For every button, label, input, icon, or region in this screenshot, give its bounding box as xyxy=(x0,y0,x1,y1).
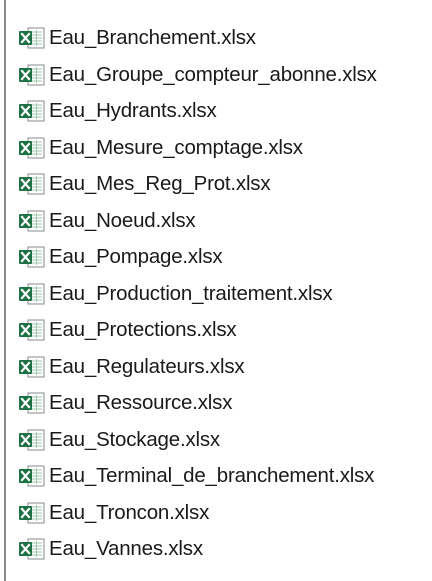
file-item[interactable]: Eau_Pompage.xlsx xyxy=(18,239,377,276)
file-name: Eau_Mes_Reg_Prot.xlsx xyxy=(49,172,271,196)
file-explorer-pane: Eau_Branchement.xlsx Eau_Groupe_compteur… xyxy=(0,0,432,581)
excel-xlsx-icon xyxy=(19,27,45,49)
file-item[interactable]: Eau_Vannes.xlsx xyxy=(18,531,377,568)
file-item[interactable]: Eau_Groupe_compteur_abonne.xlsx xyxy=(18,57,377,94)
file-item[interactable]: Eau_Protections.xlsx xyxy=(18,312,377,349)
file-item[interactable]: Eau_Terminal_de_branchement.xlsx xyxy=(18,458,377,495)
excel-xlsx-icon xyxy=(19,392,45,414)
excel-xlsx-icon xyxy=(19,100,45,122)
file-name: Eau_Mesure_comptage.xlsx xyxy=(49,135,303,159)
excel-xlsx-icon xyxy=(19,64,45,86)
excel-xlsx-icon xyxy=(19,465,45,487)
file-name: Eau_Noeud.xlsx xyxy=(49,208,196,232)
excel-xlsx-icon xyxy=(19,283,45,305)
file-name: Eau_Protections.xlsx xyxy=(49,318,237,342)
file-name: Eau_Troncon.xlsx xyxy=(49,500,210,524)
excel-xlsx-icon xyxy=(19,210,45,232)
file-item[interactable]: Eau_Branchement.xlsx xyxy=(18,20,377,57)
file-list: Eau_Branchement.xlsx Eau_Groupe_compteur… xyxy=(18,20,377,568)
excel-xlsx-icon xyxy=(19,319,45,341)
file-item[interactable]: Eau_Production_traitement.xlsx xyxy=(18,276,377,313)
file-item[interactable]: Eau_Noeud.xlsx xyxy=(18,203,377,240)
file-item[interactable]: Eau_Troncon.xlsx xyxy=(18,495,377,532)
pane-left-border xyxy=(4,0,6,581)
file-name: Eau_Ressource.xlsx xyxy=(49,391,233,415)
file-name: Eau_Branchement.xlsx xyxy=(49,26,256,50)
excel-xlsx-icon xyxy=(19,137,45,159)
file-name: Eau_Pompage.xlsx xyxy=(49,245,223,269)
file-name: Eau_Production_traitement.xlsx xyxy=(49,281,333,305)
file-item[interactable]: Eau_Hydrants.xlsx xyxy=(18,93,377,130)
excel-xlsx-icon xyxy=(19,502,45,524)
file-item[interactable]: Eau_Mes_Reg_Prot.xlsx xyxy=(18,166,377,203)
file-item[interactable]: Eau_Regulateurs.xlsx xyxy=(18,349,377,386)
file-name: Eau_Vannes.xlsx xyxy=(49,537,203,561)
file-name: Eau_Regulateurs.xlsx xyxy=(49,354,245,378)
file-name: Eau_Stockage.xlsx xyxy=(49,427,220,451)
excel-xlsx-icon xyxy=(19,429,45,451)
file-item[interactable]: Eau_Mesure_comptage.xlsx xyxy=(18,130,377,167)
excel-xlsx-icon xyxy=(19,173,45,195)
excel-xlsx-icon xyxy=(19,538,45,560)
file-name: Eau_Groupe_compteur_abonne.xlsx xyxy=(49,62,377,86)
excel-xlsx-icon xyxy=(19,246,45,268)
file-name: Eau_Hydrants.xlsx xyxy=(49,99,217,123)
file-item[interactable]: Eau_Ressource.xlsx xyxy=(18,385,377,422)
file-item[interactable]: Eau_Stockage.xlsx xyxy=(18,422,377,459)
file-name: Eau_Terminal_de_branchement.xlsx xyxy=(49,464,375,488)
excel-xlsx-icon xyxy=(19,356,45,378)
